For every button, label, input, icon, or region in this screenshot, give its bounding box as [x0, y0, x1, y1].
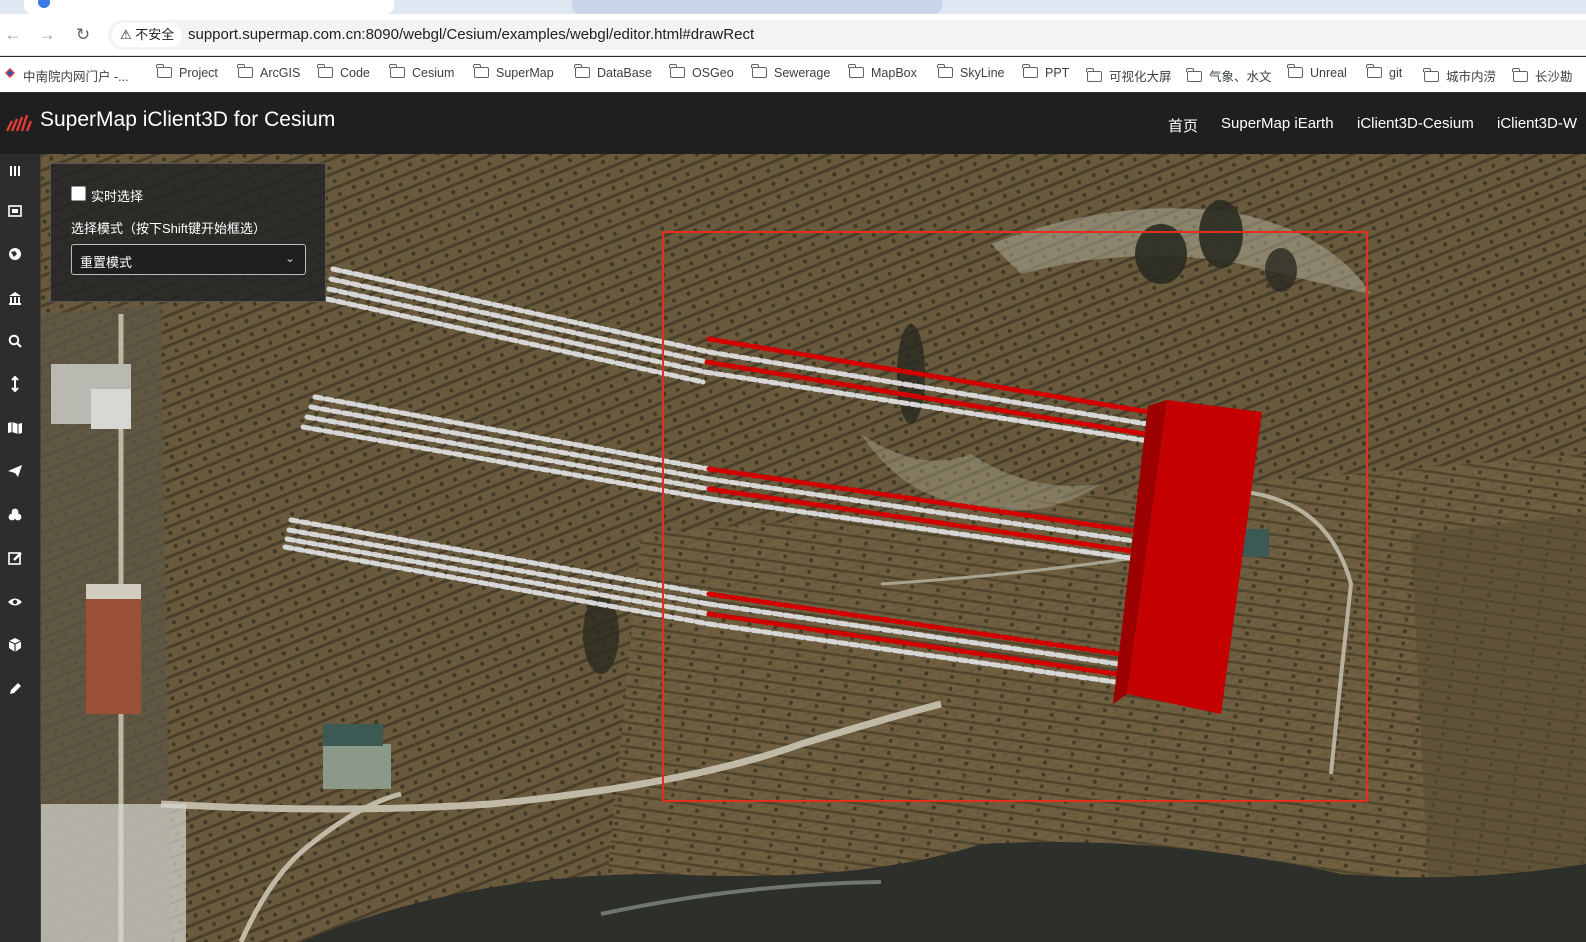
- folder-icon: [1423, 68, 1439, 82]
- back-arrow-icon[interactable]: ←: [2, 24, 24, 46]
- draw-icon[interactable]: [7, 681, 23, 697]
- bookmark-folder[interactable]: PPT: [1022, 64, 1069, 80]
- library-icon[interactable]: [7, 290, 23, 306]
- bookmark-folder[interactable]: SuperMap: [473, 64, 554, 80]
- bookmark-folder[interactable]: 长沙勘: [1512, 66, 1573, 85]
- folder-icon: [473, 64, 489, 78]
- tree: [1265, 248, 1297, 292]
- portal-favicon-icon: [5, 68, 15, 78]
- folder-icon: [1366, 64, 1382, 78]
- folder-icon: [1512, 68, 1528, 82]
- left-sidebar: [0, 154, 41, 942]
- realtime-select-checkbox[interactable]: [71, 186, 86, 201]
- browser-tab-strip: [0, 0, 1586, 14]
- analysis-icon[interactable]: [7, 507, 23, 523]
- bookmark-folder[interactable]: git: [1366, 64, 1402, 80]
- browser-tab-active[interactable]: [24, 0, 394, 14]
- globe-icon[interactable]: [7, 246, 23, 262]
- folder-icon: [574, 64, 590, 78]
- select-mode-label: 选择模式（按下Shift键开始框选）: [71, 221, 267, 236]
- folder-icon: [156, 64, 172, 78]
- nav-iclient3d-cesium[interactable]: iClient3D-Cesium: [1357, 115, 1474, 132]
- bookmark-folder[interactable]: 可视化大屏: [1086, 66, 1172, 85]
- building: [91, 389, 131, 429]
- building: [86, 594, 141, 714]
- folder-icon: [1186, 68, 1202, 82]
- app-header: SuperMap iClient3D for Cesium 首页 SuperMa…: [0, 93, 1586, 154]
- select-mode-dropdown[interactable]: 重置模式 ⌄: [71, 244, 306, 275]
- building: [41, 804, 186, 942]
- address-bar[interactable]: ⚠ 不安全 support.supermap.com.cn:8090/webgl…: [108, 20, 1586, 50]
- layers-icon[interactable]: [7, 163, 23, 179]
- browser-tab[interactable]: [572, 0, 942, 14]
- forward-arrow-icon[interactable]: →: [36, 24, 58, 46]
- url-text[interactable]: support.supermap.com.cn:8090/webgl/Cesiu…: [188, 26, 754, 43]
- building: [323, 744, 391, 789]
- chevron-down-icon: ⌄: [284, 251, 295, 265]
- folder-icon: [751, 64, 767, 78]
- bookmarks-bar: 中南院内网门户 -... Project ArcGIS Code Cesium …: [0, 57, 1586, 92]
- nav-iclient3d-webgl[interactable]: iClient3D-W: [1497, 115, 1577, 132]
- building: [323, 724, 383, 746]
- measure-icon[interactable]: [7, 376, 23, 392]
- bookmark-folder[interactable]: 城市内涝: [1423, 66, 1496, 85]
- bookmark-folder[interactable]: DataBase: [574, 64, 652, 80]
- bookmark-folder[interactable]: Cesium: [389, 64, 454, 80]
- supermap-logo-icon: [6, 114, 32, 132]
- folder-icon: [317, 64, 333, 78]
- building: [86, 584, 141, 599]
- nav-home[interactable]: 首页: [1168, 115, 1198, 136]
- folder-icon: [669, 64, 685, 78]
- bookmark-folder[interactable]: OSGeo: [669, 64, 734, 80]
- realtime-select-label: 实时选择: [91, 189, 144, 204]
- edit-icon[interactable]: [7, 550, 23, 566]
- folder-icon: [389, 64, 405, 78]
- bookmark-folder[interactable]: Unreal: [1287, 64, 1347, 80]
- folder-icon: [937, 64, 953, 78]
- security-chip[interactable]: ⚠ 不安全: [112, 23, 183, 47]
- fly-icon[interactable]: [7, 463, 23, 479]
- bookmark-folder[interactable]: 气象、水文: [1186, 66, 1272, 85]
- bookmark-item[interactable]: 中南院内网门户 -...: [23, 66, 129, 85]
- select-mode-value: 重置模式: [80, 255, 133, 270]
- nav-iearth[interactable]: SuperMap iEarth: [1221, 115, 1334, 132]
- map-icon[interactable]: [7, 420, 23, 436]
- search-icon[interactable]: [7, 333, 23, 349]
- folder-icon: [1287, 64, 1303, 78]
- bookmark-folder[interactable]: SkyLine: [937, 64, 1004, 80]
- scene-icon[interactable]: [7, 203, 23, 219]
- reload-icon[interactable]: ↻: [72, 24, 94, 46]
- folder-icon: [848, 64, 864, 78]
- selection-panel: 实时选择 选择模式（按下Shift键开始框选） 重置模式 ⌄: [50, 163, 326, 302]
- folder-icon: [237, 64, 253, 78]
- warning-icon: ⚠: [120, 27, 132, 42]
- folder-icon: [1022, 64, 1038, 78]
- bookmark-folder[interactable]: Sewerage: [751, 64, 830, 80]
- tree: [1199, 200, 1243, 268]
- visibility-icon[interactable]: [7, 594, 23, 610]
- bookmark-folder[interactable]: MapBox: [848, 64, 917, 80]
- app-title: SuperMap iClient3D for Cesium: [40, 108, 336, 131]
- browser-toolbar: ← → ↻ ⚠ 不安全 support.supermap.com.cn:8090…: [0, 14, 1586, 56]
- folder-icon: [1086, 68, 1102, 82]
- bookmark-folder[interactable]: Code: [317, 64, 370, 80]
- model-icon[interactable]: [7, 637, 23, 653]
- insecure-label: 不安全: [135, 27, 175, 42]
- bookmark-folder[interactable]: ArcGIS: [237, 64, 300, 80]
- bookmark-folder[interactable]: Project: [156, 64, 218, 80]
